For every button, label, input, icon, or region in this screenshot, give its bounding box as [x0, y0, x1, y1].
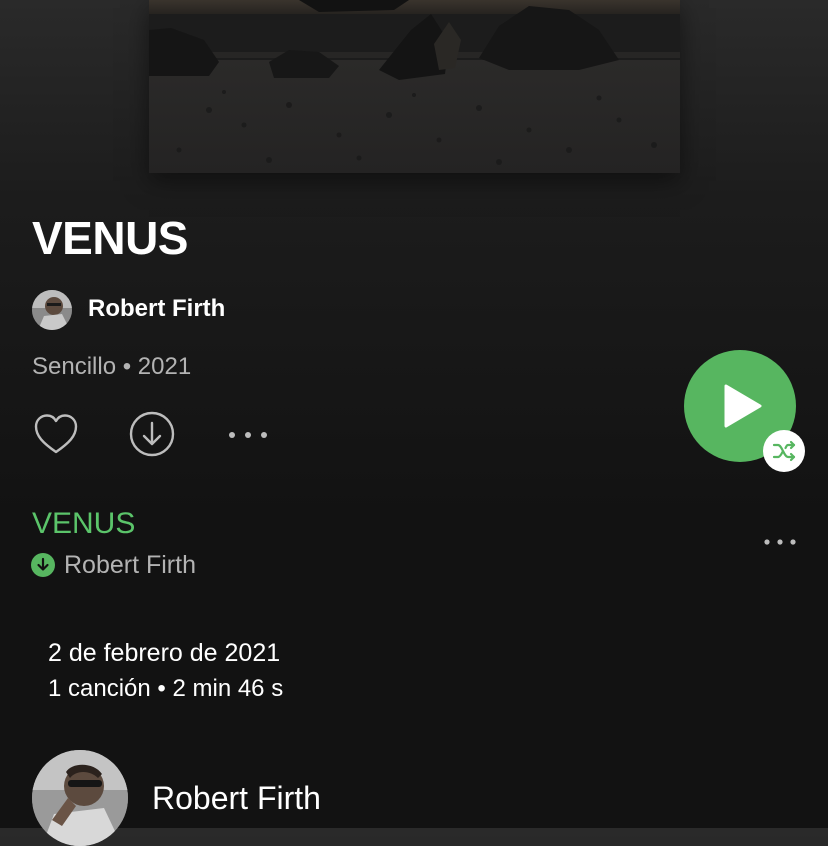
- album-cover-image: [149, 0, 680, 173]
- heart-outline-icon: [34, 414, 78, 454]
- more-options-button[interactable]: [226, 423, 270, 447]
- artist-avatar[interactable]: [32, 290, 72, 330]
- track-artist: Robert Firth: [64, 551, 196, 579]
- like-button[interactable]: [33, 412, 79, 456]
- artist-name-large[interactable]: Robert Firth: [152, 778, 321, 818]
- shuffle-icon: [772, 440, 796, 462]
- download-button[interactable]: [129, 411, 175, 457]
- more-horizontal-icon: [764, 539, 796, 545]
- track-title[interactable]: VENUS: [32, 507, 135, 541]
- artist-avatar-large[interactable]: [32, 750, 128, 846]
- artist-name-link[interactable]: Robert Firth: [88, 294, 225, 324]
- more-horizontal-icon: [229, 432, 267, 438]
- release-date: 2 de febrero de 2021: [48, 639, 281, 667]
- shuffle-button[interactable]: [763, 430, 805, 472]
- downloaded-icon: [31, 553, 55, 577]
- album-meta: Sencillo • 2021: [32, 353, 192, 380]
- track-count-duration: 1 canción • 2 min 46 s: [48, 675, 284, 702]
- album-title: VENUS: [32, 212, 188, 264]
- track-more-options-button[interactable]: [760, 530, 800, 554]
- download-circle-icon: [129, 411, 175, 457]
